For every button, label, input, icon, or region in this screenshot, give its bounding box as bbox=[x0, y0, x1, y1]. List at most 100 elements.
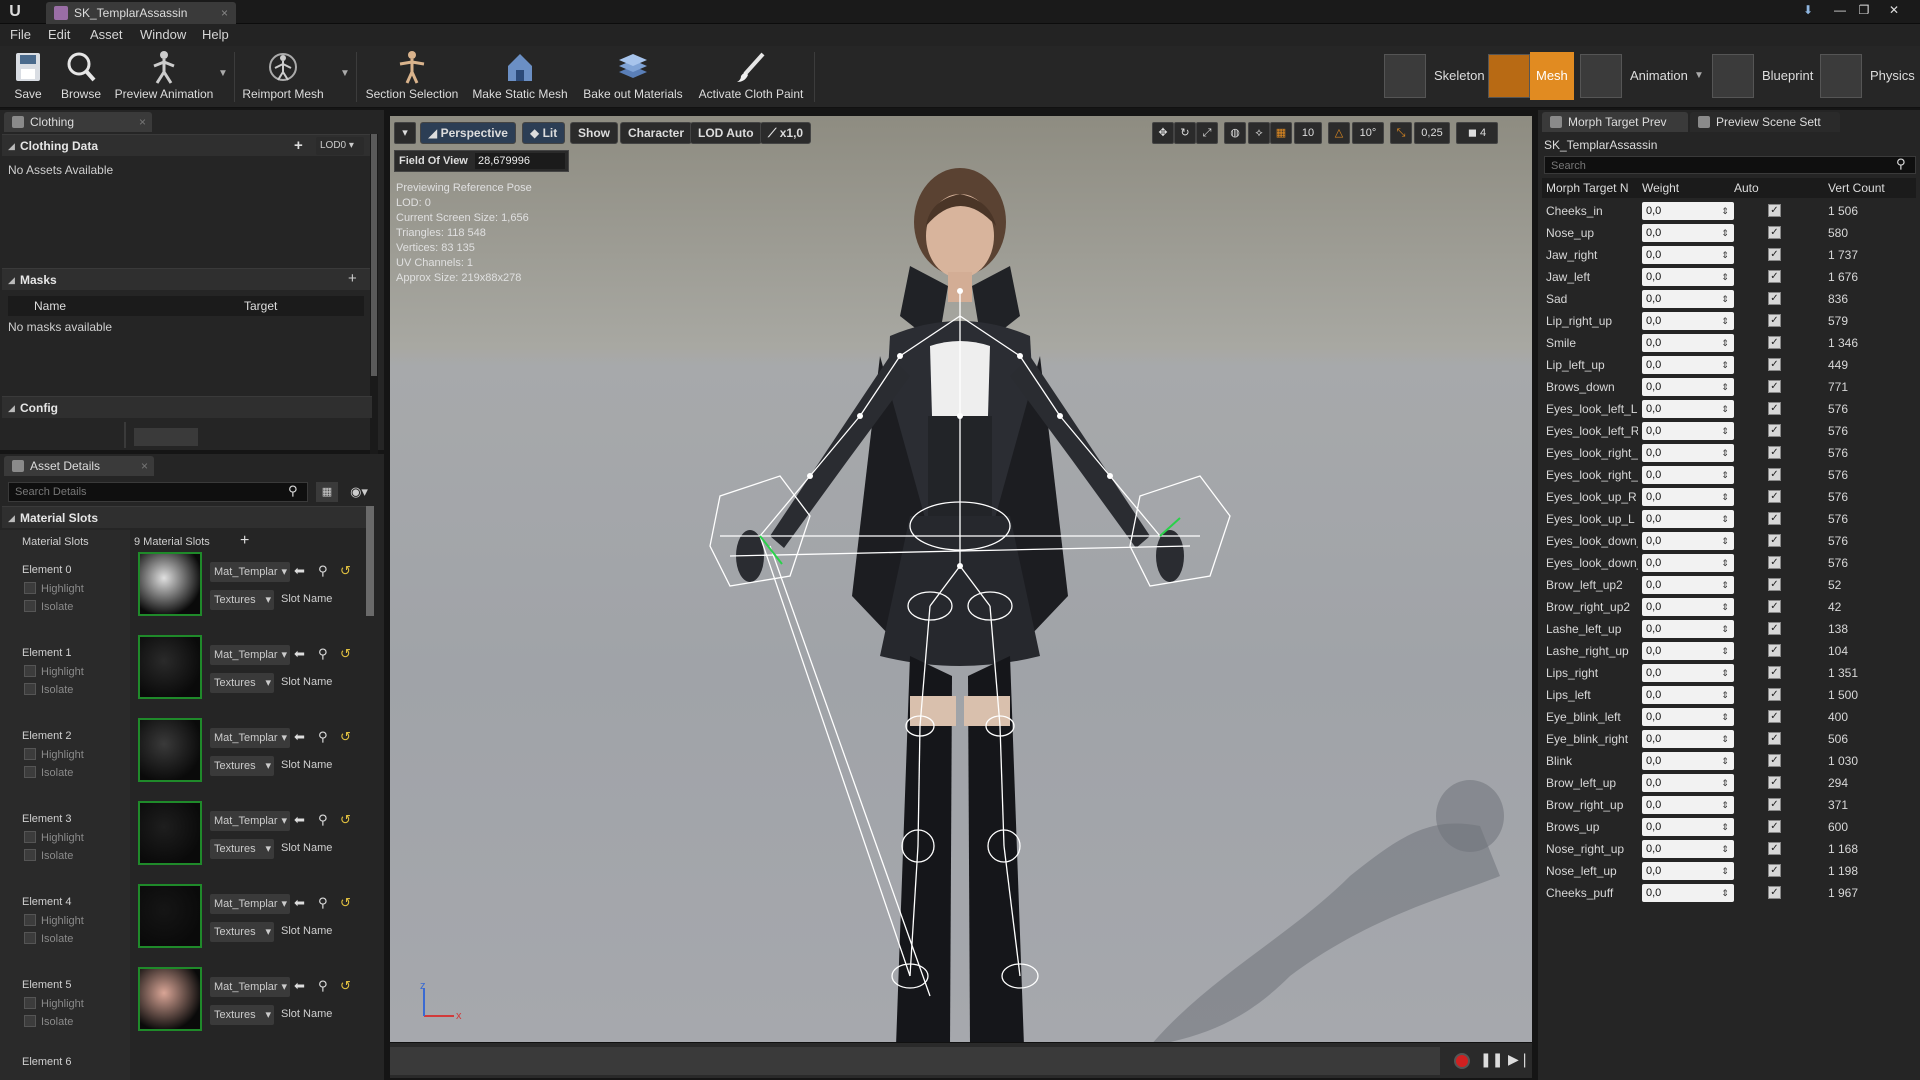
tab-clothing[interactable]: Clothing × bbox=[4, 112, 152, 132]
reset-to-default-icon[interactable]: ↺ bbox=[340, 729, 351, 745]
morph-weight-input[interactable]: 0,0 ⇕ bbox=[1642, 268, 1734, 286]
config-header[interactable]: ◢ Config bbox=[2, 396, 372, 418]
morph-weight-input[interactable]: 0,0 ⇕ bbox=[1642, 664, 1734, 682]
material-select[interactable]: Mat_Templar ▾ bbox=[210, 977, 290, 997]
isolate-checkbox[interactable]: Isolate bbox=[24, 683, 73, 696]
auto-checkbox[interactable]: ✓ bbox=[1768, 600, 1781, 613]
config-field[interactable] bbox=[134, 428, 198, 446]
weight-spin-icon[interactable]: ⇕ bbox=[1718, 644, 1732, 658]
morph-target-row[interactable]: Lip_left_up 0,0 ⇕ ✓ 449 bbox=[1542, 354, 1920, 376]
weight-spin-icon[interactable]: ⇕ bbox=[1718, 820, 1732, 834]
weight-spin-icon[interactable]: ⇕ bbox=[1718, 314, 1732, 328]
morph-target-row[interactable]: Nose_left_up 0,0 ⇕ ✓ 1 198 bbox=[1542, 860, 1920, 882]
feedback-icon[interactable]: ⬇ bbox=[1798, 2, 1818, 18]
morph-weight-input[interactable]: 0,0 ⇕ bbox=[1642, 708, 1734, 726]
material-select[interactable]: Mat_Templar ▾ bbox=[210, 728, 290, 748]
weight-spin-icon[interactable]: ⇕ bbox=[1718, 380, 1732, 394]
isolate-checkbox[interactable]: Isolate bbox=[24, 1015, 73, 1028]
material-thumbnail[interactable] bbox=[138, 884, 202, 948]
morph-weight-input[interactable]: 0,0 ⇕ bbox=[1642, 356, 1734, 374]
morph-target-row[interactable]: Brows_down 0,0 ⇕ ✓ 771 bbox=[1542, 376, 1920, 398]
isolate-checkbox-box[interactable] bbox=[24, 600, 36, 612]
morph-weight-input[interactable]: 0,0 ⇕ bbox=[1642, 510, 1734, 528]
morph-target-row[interactable]: Eyes_look_right_R 0,0 ⇕ ✓ 576 bbox=[1542, 464, 1920, 486]
morph-target-row[interactable]: Cheeks_puff 0,0 ⇕ ✓ 1 967 bbox=[1542, 882, 1920, 904]
rotation-snap-icon[interactable]: △ bbox=[1328, 122, 1350, 144]
auto-checkbox[interactable]: ✓ bbox=[1768, 798, 1781, 811]
surface-snap-icon[interactable]: ⟡ bbox=[1248, 122, 1270, 144]
tab-preview-scene-settings[interactable]: Preview Scene Sett bbox=[1690, 112, 1840, 132]
weight-spin-icon[interactable]: ⇕ bbox=[1718, 468, 1732, 482]
clothing-scroll-thumb[interactable] bbox=[371, 134, 377, 376]
browse-button[interactable]: Browse bbox=[56, 50, 106, 106]
weight-spin-icon[interactable]: ⇕ bbox=[1718, 424, 1732, 438]
weight-spin-icon[interactable]: ⇕ bbox=[1718, 578, 1732, 592]
save-button[interactable]: Save bbox=[8, 50, 48, 106]
auto-checkbox[interactable]: ✓ bbox=[1768, 380, 1781, 393]
weight-spin-icon[interactable]: ⇕ bbox=[1718, 622, 1732, 636]
world-local-icon[interactable]: ◍ bbox=[1224, 122, 1246, 144]
highlight-checkbox[interactable]: Highlight bbox=[24, 665, 84, 678]
browse-search-icon[interactable]: ⚲ bbox=[318, 978, 328, 994]
highlight-checkbox[interactable]: Highlight bbox=[24, 914, 84, 927]
translate-mode-icon[interactable]: ✥ bbox=[1152, 122, 1174, 144]
auto-checkbox[interactable]: ✓ bbox=[1768, 512, 1781, 525]
auto-checkbox[interactable]: ✓ bbox=[1768, 204, 1781, 217]
weight-spin-icon[interactable]: ⇕ bbox=[1718, 512, 1732, 526]
col-morph-target-name[interactable]: Morph Target N bbox=[1546, 181, 1628, 195]
use-selected-arrow-icon[interactable]: ⬅ bbox=[294, 729, 305, 745]
use-selected-arrow-icon[interactable]: ⬅ bbox=[294, 812, 305, 828]
auto-checkbox[interactable]: ✓ bbox=[1768, 754, 1781, 767]
mode-blueprint-button[interactable]: Blueprint bbox=[1712, 52, 1818, 100]
morph-weight-input[interactable]: 0,0 ⇕ bbox=[1642, 378, 1734, 396]
highlight-checkbox[interactable]: Highlight bbox=[24, 582, 84, 595]
search-details-input[interactable]: Search Details bbox=[8, 482, 308, 502]
weight-spin-icon[interactable]: ⇕ bbox=[1718, 226, 1732, 240]
close-tab-icon[interactable]: × bbox=[221, 2, 228, 24]
auto-checkbox[interactable]: ✓ bbox=[1768, 402, 1781, 415]
textures-dropdown[interactable]: Textures ▾ bbox=[210, 673, 274, 693]
morph-target-row[interactable]: Sad 0,0 ⇕ ✓ 836 bbox=[1542, 288, 1920, 310]
tab-morph-target-preview[interactable]: Morph Target Prev bbox=[1542, 112, 1688, 132]
weight-spin-icon[interactable]: ⇕ bbox=[1718, 402, 1732, 416]
view-options-grid-icon[interactable]: ▦ bbox=[316, 482, 338, 502]
menu-asset[interactable]: Asset bbox=[90, 27, 123, 42]
weight-spin-icon[interactable]: ⇕ bbox=[1718, 600, 1732, 614]
highlight-checkbox[interactable]: Highlight bbox=[24, 831, 84, 844]
morph-weight-input[interactable]: 0,0 ⇕ bbox=[1642, 444, 1734, 462]
isolate-checkbox-box[interactable] bbox=[24, 932, 36, 944]
col-weight[interactable]: Weight bbox=[1642, 181, 1679, 195]
material-thumbnail[interactable] bbox=[138, 967, 202, 1031]
isolate-checkbox[interactable]: Isolate bbox=[24, 600, 73, 613]
material-thumbnail[interactable] bbox=[138, 635, 202, 699]
morph-weight-input[interactable]: 0,0 ⇕ bbox=[1642, 818, 1734, 836]
material-thumbnail[interactable] bbox=[138, 801, 202, 865]
morph-weight-input[interactable]: 0,0 ⇕ bbox=[1642, 224, 1734, 242]
grid-snap-value[interactable]: 10 bbox=[1294, 122, 1322, 144]
masks-header[interactable]: ◢ Masks bbox=[2, 268, 372, 290]
weight-spin-icon[interactable]: ⇕ bbox=[1718, 446, 1732, 460]
browse-search-icon[interactable]: ⚲ bbox=[318, 563, 328, 579]
morph-target-row[interactable]: Eyes_look_left_R 0,0 ⇕ ✓ 576 bbox=[1542, 420, 1920, 442]
morph-target-row[interactable]: Cheeks_in 0,0 ⇕ ✓ 1 506 bbox=[1542, 200, 1920, 222]
morph-weight-input[interactable]: 0,0 ⇕ bbox=[1642, 400, 1734, 418]
morph-target-row[interactable]: Eye_blink_right 0,0 ⇕ ✓ 506 bbox=[1542, 728, 1920, 750]
morph-target-row[interactable]: Jaw_left 0,0 ⇕ ✓ 1 676 bbox=[1542, 266, 1920, 288]
material-select[interactable]: Mat_Templar ▾ bbox=[210, 811, 290, 831]
weight-spin-icon[interactable]: ⇕ bbox=[1718, 270, 1732, 284]
morph-weight-input[interactable]: 0,0 ⇕ bbox=[1642, 862, 1734, 880]
menu-window[interactable]: Window bbox=[140, 27, 186, 42]
lod-auto-button[interactable]: LOD Auto bbox=[690, 122, 762, 144]
morph-target-row[interactable]: Eyes_look_left_L 0,0 ⇕ ✓ 576 bbox=[1542, 398, 1920, 420]
highlight-checkbox[interactable]: Highlight bbox=[24, 997, 84, 1010]
browse-search-icon[interactable]: ⚲ bbox=[318, 646, 328, 662]
weight-spin-icon[interactable]: ⇕ bbox=[1718, 688, 1732, 702]
reset-to-default-icon[interactable]: ↺ bbox=[340, 812, 351, 828]
material-thumbnail[interactable] bbox=[138, 552, 202, 616]
morph-target-row[interactable]: Eyes_look_up_R 0,0 ⇕ ✓ 576 bbox=[1542, 486, 1920, 508]
morph-weight-input[interactable]: 0,0 ⇕ bbox=[1642, 752, 1734, 770]
weight-spin-icon[interactable]: ⇕ bbox=[1718, 204, 1732, 218]
add-clothing-icon[interactable]: + bbox=[294, 137, 303, 154]
morph-weight-input[interactable]: 0,0 ⇕ bbox=[1642, 422, 1734, 440]
visibility-eye-icon[interactable]: ◉▾ bbox=[344, 482, 374, 502]
